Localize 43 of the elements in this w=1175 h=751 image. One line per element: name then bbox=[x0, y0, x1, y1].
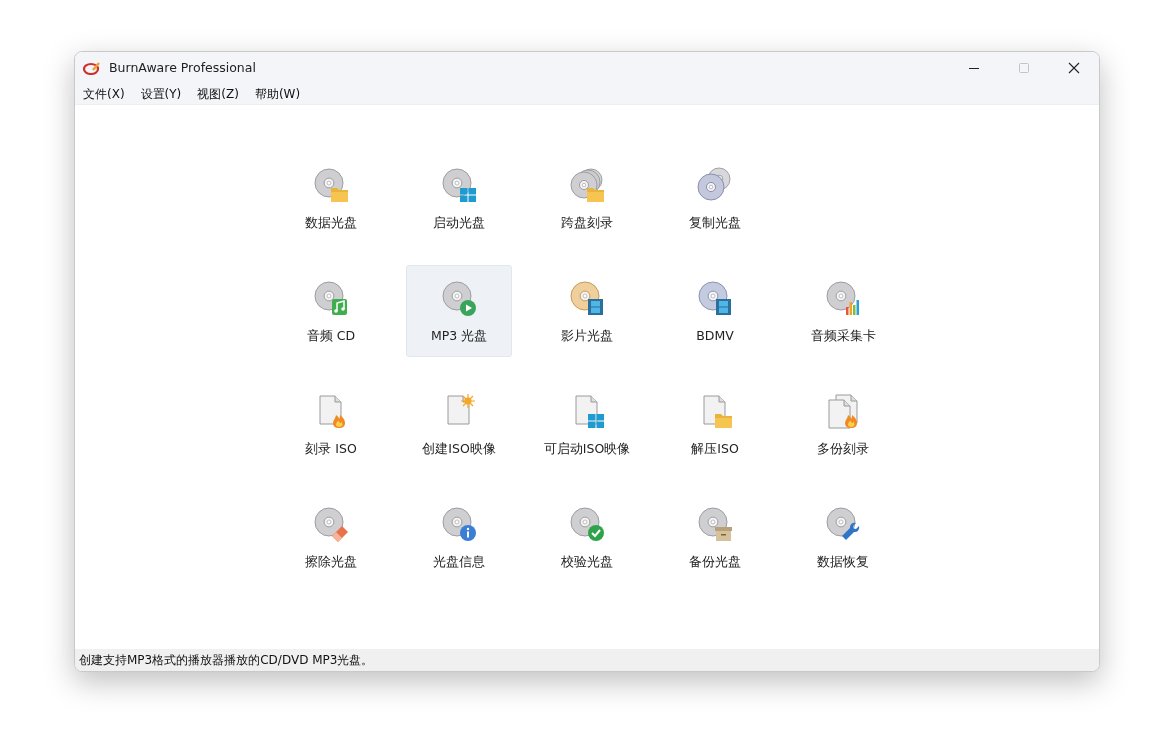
disc-info-icon bbox=[441, 506, 477, 542]
disc-pair-icon bbox=[697, 167, 733, 203]
menu-item[interactable]: 帮助(W) bbox=[252, 84, 309, 104]
disc-eraser-icon bbox=[313, 506, 349, 542]
menu-item[interactable]: 视图(Z) bbox=[195, 84, 247, 104]
tool-tile[interactable]: 刻录 ISO bbox=[278, 378, 384, 470]
disc-play-icon bbox=[441, 280, 477, 316]
tool-tile[interactable]: 创建ISO映像 bbox=[406, 378, 512, 470]
tool-tile[interactable]: 启动光盘 bbox=[406, 152, 512, 244]
disc-wrench-icon bbox=[825, 506, 861, 542]
menu-item[interactable]: 文件(X) bbox=[81, 84, 133, 104]
tool-tile[interactable]: BDMV bbox=[662, 265, 768, 357]
tool-tile[interactable]: 可启动ISO映像 bbox=[534, 378, 640, 470]
documents-flame-icon bbox=[825, 393, 861, 429]
disc-film-icon bbox=[569, 280, 605, 316]
maximize-icon bbox=[1019, 63, 1029, 73]
window-title: BurnAware Professional bbox=[109, 58, 257, 77]
app-logo-icon bbox=[83, 61, 101, 75]
disc-folder-icon bbox=[313, 167, 349, 203]
tool-tile[interactable]: MP3 光盘 bbox=[406, 265, 512, 357]
close-icon bbox=[1068, 62, 1080, 74]
disc-film-icon bbox=[697, 280, 733, 316]
disc-check-icon bbox=[569, 506, 605, 542]
status-bar: 创建支持MP3格式的播放器播放的CD/DVD MP3光盘。 bbox=[75, 649, 1099, 671]
disc-windows-icon bbox=[441, 167, 477, 203]
menu-item[interactable]: 设置(Y) bbox=[138, 84, 190, 104]
tool-tile[interactable]: 音频 CD bbox=[278, 265, 384, 357]
tool-tile[interactable]: 擦除光盘 bbox=[278, 491, 384, 583]
disc-stack-folder-icon bbox=[569, 167, 605, 203]
tool-tile[interactable]: 影片光盘 bbox=[534, 265, 640, 357]
tool-tile[interactable]: 复制光盘 bbox=[662, 152, 768, 244]
tool-tile[interactable]: 校验光盘 bbox=[534, 491, 640, 583]
tool-tile[interactable]: 数据恢复 bbox=[790, 491, 896, 583]
tool-tile[interactable]: 跨盘刻录 bbox=[534, 152, 640, 244]
tool-tile[interactable]: 多份刻录 bbox=[790, 378, 896, 470]
tool-tile[interactable]: 备份光盘 bbox=[662, 491, 768, 583]
disc-equalizer-icon bbox=[825, 280, 861, 316]
tool-tile[interactable]: 解压ISO bbox=[662, 378, 768, 470]
tool-tile[interactable]: 数据光盘 bbox=[278, 152, 384, 244]
disc-box-icon bbox=[697, 506, 733, 542]
tool-tile[interactable]: 光盘信息 bbox=[406, 491, 512, 583]
tool-tile[interactable]: 音频采集卡 bbox=[790, 265, 896, 357]
disc-music-icon bbox=[313, 280, 349, 316]
